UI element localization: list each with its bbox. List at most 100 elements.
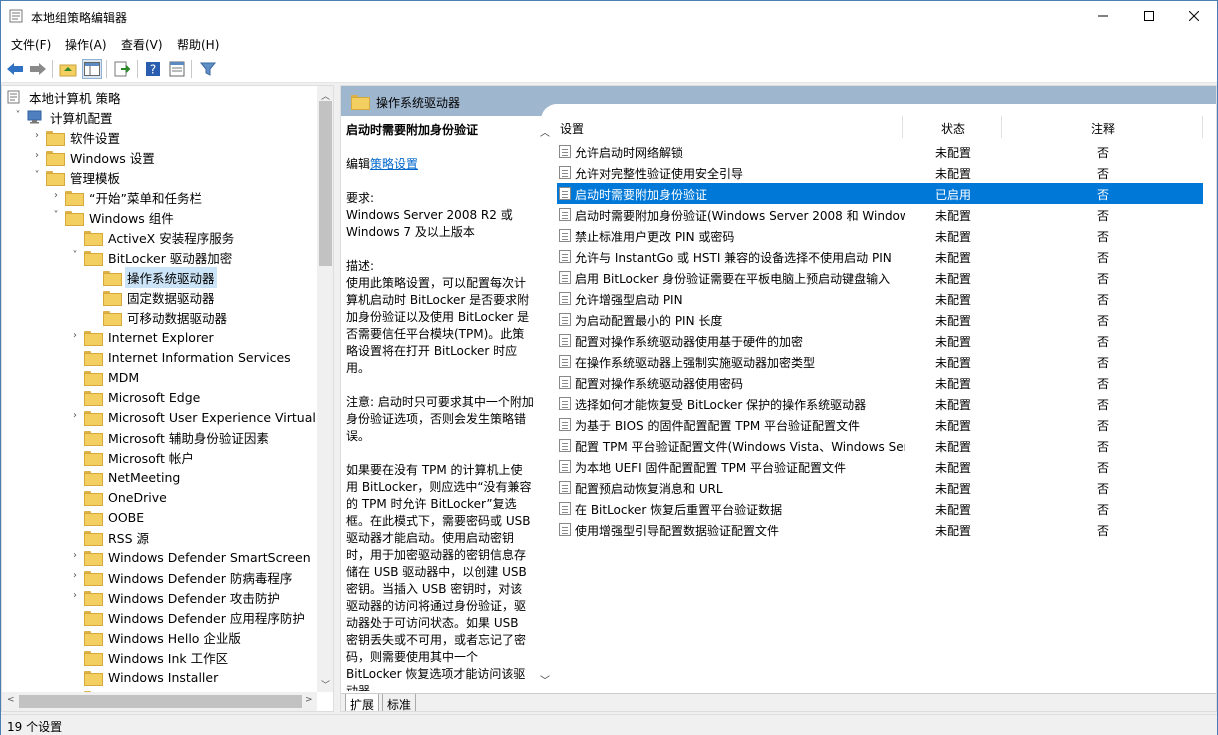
setting-row[interactable]: 为本地 UEFI 固件配置配置 TPM 平台验证配置文件 未配置 否 [557,456,1203,477]
tree-item[interactable]: › Windows Defender 攻击防护 [73,587,282,607]
tree-item[interactable]: ˅ Windows 组件 [54,207,176,227]
edit-policy-link[interactable]: 策略设置 [370,157,418,171]
tree-item[interactable]: ˅ 管理模板 [35,167,122,187]
setting-row[interactable]: 允许启动时网络解锁 未配置 否 [557,141,1203,162]
column-setting[interactable]: 设置 [560,120,584,137]
forward-button[interactable] [28,59,48,79]
expanded-chevron-icon[interactable]: ˅ [51,210,61,221]
setting-row[interactable]: 为启动配置最小的 PIN 长度 未配置 否 [557,309,1203,330]
tree-item[interactable]: Microsoft 辅助身份验证因素 [84,427,271,447]
tree-item[interactable]: › Windows Defender SmartScreen [73,547,313,567]
folder-icon [84,490,103,506]
tree-item[interactable]: Windows Hello 企业版 [84,627,243,647]
tree-item[interactable]: RSS 源 [84,527,151,547]
collapsed-chevron-icon[interactable]: › [70,590,80,601]
setting-row[interactable]: 使用增强型引导配置数据验证配置文件 未配置 否 [557,519,1203,540]
filter-button[interactable] [198,59,218,79]
tree-item[interactable]: 本地计算机 策略 [6,87,122,107]
tree-item[interactable]: MDM [84,367,141,387]
scroll-right-icon[interactable]: > [305,695,313,705]
setting-note: 否 [1097,209,1110,223]
column-state[interactable]: 状态 [941,120,965,137]
expanded-chevron-icon[interactable]: ˅ [70,250,80,261]
tree-scroll-thumb[interactable] [319,101,332,266]
collapsed-chevron-icon[interactable]: › [70,550,80,561]
tree-item[interactable]: › 软件设置 [35,127,122,147]
folder-icon [103,270,122,286]
menu-help[interactable]: 帮助(H) [177,36,219,53]
tree-hscroll-thumb[interactable] [19,695,302,708]
up-one-level-button[interactable] [58,59,78,79]
collapsed-chevron-icon[interactable]: › [70,570,80,581]
tree-item[interactable]: › Microsoft User Experience Virtualizatio… [73,407,333,427]
collapsed-chevron-icon[interactable]: › [51,190,61,201]
tree-item[interactable]: Microsoft Edge [84,387,202,407]
show-hide-tree-button[interactable] [82,59,102,79]
collapsed-chevron-icon[interactable]: › [70,410,80,421]
tree-item[interactable]: NetMeeting [84,467,182,487]
tree-item[interactable]: 固定数据驱动器 [103,287,217,307]
tab-extended[interactable]: 扩展 [345,694,380,711]
tree-item-label: 管理模板 [70,170,121,186]
setting-name: 配置预启动恢复消息和 URL [575,482,723,496]
setting-row[interactable]: 启动时需要附加身份验证(Windows Server 2008 和 Window… [557,204,1203,225]
tree-item[interactable]: OOBE [84,507,146,527]
tree-item[interactable]: 操作系统驱动器 [103,266,217,288]
close-button[interactable] [1171,1,1217,31]
tree-item[interactable]: Windows Installer [84,667,220,687]
setting-row[interactable]: 配置预启动恢复消息和 URL 未配置 否 [557,477,1203,498]
collapsed-chevron-icon[interactable]: › [32,150,42,161]
properties-button[interactable] [167,59,187,79]
scroll-down-icon[interactable]: ﹀ [321,678,330,691]
tree-item[interactable]: OneDrive [84,487,169,507]
tree-item[interactable]: › Internet Explorer [73,327,216,347]
setting-row[interactable]: 配置 TPM 平台验证配置文件(Windows Vista、Windows Se… [557,435,1203,456]
collapsed-chevron-icon[interactable]: › [32,130,42,141]
back-button[interactable] [5,59,25,79]
tree-item[interactable]: Microsoft 帐户 [84,447,196,467]
setting-row[interactable]: 禁止标准用户更改 PIN 或密码 未配置 否 [557,225,1203,246]
expanded-chevron-icon[interactable]: ˅ [32,170,42,181]
setting-row[interactable]: 允许对完整性验证使用安全引导 未配置 否 [557,162,1203,183]
tree-item[interactable]: › Windows 设置 [35,147,157,167]
menu-action[interactable]: 操作(A) [65,36,107,53]
setting-row[interactable]: 启用 BitLocker 身份验证需要在平板电脑上预启动键盘输入 未配置 否 [557,267,1203,288]
setting-row[interactable]: 在 BitLocker 恢复后重置平台验证数据 未配置 否 [557,498,1203,519]
column-note[interactable]: 注释 [1091,120,1115,137]
tree-item-label: MDM [108,369,140,385]
setting-row[interactable]: 启动时需要附加身份验证 已启用 否 [557,183,1203,204]
tree-item[interactable]: Internet Information Services [84,347,293,367]
menu-view[interactable]: 查看(V) [121,36,163,53]
setting-note: 否 [1097,251,1110,265]
expanded-chevron-icon[interactable]: ˅ [13,110,23,121]
setting-row[interactable]: 在操作系统驱动器上强制实施驱动器加密类型 未配置 否 [557,351,1203,372]
setting-row[interactable]: 允许增强型启动 PIN 未配置 否 [557,288,1203,309]
export-list-button[interactable] [112,59,132,79]
tree-item[interactable]: ActiveX 安装程序服务 [84,227,236,247]
description-title: 启动时需要附加身份验证 [346,123,479,137]
tree-item[interactable]: › “开始”菜单和任务栏 [54,187,204,207]
tree-item[interactable]: 可移动数据驱动器 [103,307,229,327]
menu-file[interactable]: 文件(F) [11,36,51,53]
folder-icon [84,630,103,646]
minimize-button[interactable] [1080,1,1126,31]
setting-row[interactable]: 选择如何才能恢复受 BitLocker 保护的操作系统驱动器 未配置 否 [557,393,1203,414]
setting-row[interactable]: 为基于 BIOS 的固件配置配置 TPM 平台验证配置文件 未配置 否 [557,414,1203,435]
maximize-button[interactable] [1126,1,1172,31]
tree-item[interactable]: ˅ BitLocker 驱动器加密 [73,247,234,267]
setting-name: 为启动配置最小的 PIN 长度 [575,314,723,328]
setting-row[interactable]: 允许与 InstantGo 或 HSTI 兼容的设备选择不使用启动 PIN 未配置… [557,246,1203,267]
tree-horizontal-scrollbar[interactable]: < > [2,692,317,711]
tree-item[interactable]: Windows Defender 应用程序防护 [84,607,307,627]
setting-row[interactable]: 配置对操作系统驱动器使用密码 未配置 否 [557,372,1203,393]
tree-item[interactable]: ˅ 计算机配置 [16,107,115,127]
help-button[interactable]: ? [143,59,163,79]
scroll-left-icon[interactable]: < [7,695,15,705]
collapsed-chevron-icon[interactable]: › [70,330,80,341]
tree-item[interactable]: › Windows Defender 防病毒程序 [73,567,294,587]
tab-standard[interactable]: 标准 [382,694,417,711]
tree-item[interactable]: Windows Ink 工作区 [84,647,230,667]
setting-row[interactable]: 配置对操作系统驱动器使用基于硬件的加密 未配置 否 [557,330,1203,351]
setting-note: 否 [1097,293,1110,307]
tree-vertical-scrollbar[interactable]: ︿ ﹀ [317,86,333,692]
